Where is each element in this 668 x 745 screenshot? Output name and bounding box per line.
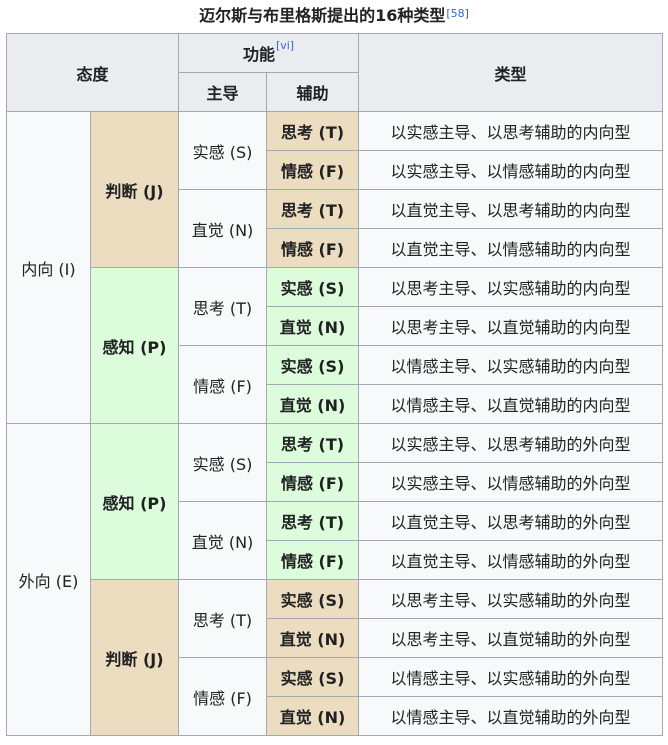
attitude-cell: 外向 (E) [6,423,91,736]
type-description-cell: 以思考主导、以实感辅助的内向型 [358,267,664,307]
auxiliary-function-cell: 情感 (F) [266,540,360,580]
auxiliary-function-cell: 直觉 (N) [266,618,360,658]
auxiliary-function-cell: 思考 (T) [266,111,360,151]
dominant-function-cell: 思考 (T) [178,267,268,346]
type-description-cell: 以直觉主导、以思考辅助的内向型 [358,189,664,229]
type-description-cell: 以情感主导、以直觉辅助的外向型 [358,696,664,736]
type-description-cell: 以直觉主导、以情感辅助的内向型 [358,228,664,268]
header-type: 类型 [358,33,664,112]
header-function-label: 功能 [242,45,275,64]
type-description-cell: 以思考主导、以直觉辅助的外向型 [358,618,664,658]
lifestyle-cell: 判断 (J) [89,111,180,268]
dominant-function-cell: 直觉 (N) [178,501,268,580]
auxiliary-function-cell: 情感 (F) [266,462,360,502]
caption-text: 迈尔斯与布里格斯提出的16种类型 [199,6,446,25]
table-caption: 迈尔斯与布里格斯提出的16种类型[58] [0,0,668,33]
type-description-cell: 以情感主导、以实感辅助的内向型 [358,345,664,385]
auxiliary-function-cell: 情感 (F) [266,228,360,268]
type-description-cell: 以直觉主导、以情感辅助的外向型 [358,540,664,580]
auxiliary-function-cell: 思考 (T) [266,423,360,463]
type-description-cell: 以思考主导、以直觉辅助的内向型 [358,306,664,346]
type-description-cell: 以实感主导、以情感辅助的内向型 [358,150,664,190]
dominant-function-cell: 情感 (F) [178,345,268,424]
auxiliary-function-cell: 实感 (S) [266,579,360,619]
dominant-function-cell: 情感 (F) [178,657,268,736]
header-function: 功能[vi] [178,33,360,73]
type-description-cell: 以实感主导、以情感辅助的外向型 [358,462,664,502]
dominant-function-cell: 直觉 (N) [178,189,268,268]
table-row: 感知 (P) 思考 (T) 实感 (S) 以思考主导、以实感辅助的内向型 [7,267,664,424]
type-description-cell: 以直觉主导、以思考辅助的外向型 [358,501,664,541]
dominant-function-cell: 实感 (S) [178,111,268,190]
table-row: 外向 (E) 感知 (P) 实感 (S) 思考 (T) 以实感主导、以思考辅助的外向型 [6,423,664,736]
mbti-types-table: 态度 功能[vi] 类型 主导 辅助 内向 (I) 判断 (J) 实感 (S) 思考 … [5,33,664,736]
dominant-function-cell: 实感 (S) [178,423,268,502]
auxiliary-function-cell: 思考 (T) [266,501,360,541]
table-body: 内向 (I) 判断 (J) 实感 (S) 思考 (T) 以实感主导、以思考辅助的内向型情… [6,111,664,736]
auxiliary-function-cell: 直觉 (N) [266,696,360,736]
auxiliary-function-cell: 直觉 (N) [266,306,360,346]
lifestyle-cell: 感知 (P) [89,423,180,580]
auxiliary-function-cell: 直觉 (N) [266,384,360,424]
type-description-cell: 以实感主导、以思考辅助的外向型 [358,423,664,463]
auxiliary-function-cell: 实感 (S) [266,345,360,385]
type-description-cell: 以思考主导、以实感辅助的外向型 [358,579,664,619]
type-description-cell: 以实感主导、以思考辅助的内向型 [358,111,664,151]
auxiliary-function-cell: 实感 (S) [266,267,360,307]
table-row: 内向 (I) 判断 (J) 实感 (S) 思考 (T) 以实感主导、以思考辅助的内向型 [6,111,664,424]
type-description-cell: 以情感主导、以直觉辅助的内向型 [358,384,664,424]
attitude-cell: 内向 (I) [6,111,91,424]
dominant-function-cell: 思考 (T) [178,579,268,658]
lifestyle-cell: 感知 (P) [89,267,180,424]
type-description-cell: 以情感主导、以实感辅助的外向型 [358,657,664,697]
lifestyle-cell: 判断 (J) [89,579,180,736]
auxiliary-function-cell: 思考 (T) [266,189,360,229]
header-attitude: 态度 [5,33,180,112]
function-reference-link[interactable]: [vi] [276,39,294,52]
caption-reference-link[interactable]: [58] [446,7,469,20]
auxiliary-function-cell: 实感 (S) [266,657,360,697]
header-dominant: 主导 [178,72,268,112]
auxiliary-function-cell: 情感 (F) [266,150,360,190]
header-auxiliary: 辅助 [266,72,360,112]
table-row: 判断 (J) 思考 (T) 实感 (S) 以思考主导、以实感辅助的外向型 [7,579,664,736]
